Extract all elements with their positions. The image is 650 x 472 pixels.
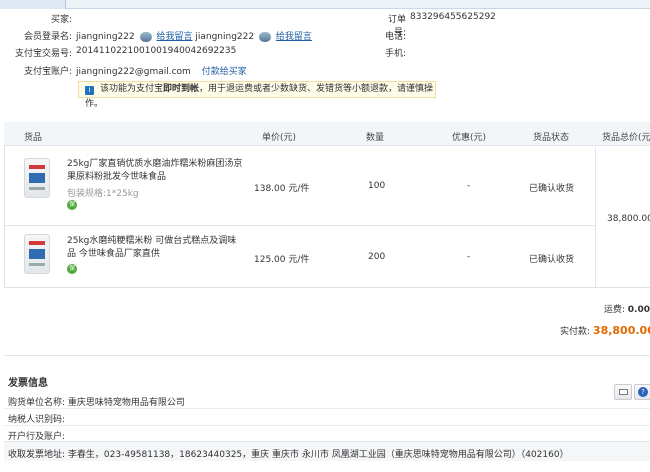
- product-price-1: 138.00 元/件: [254, 184, 310, 194]
- alipay-account-value: jiangning222@gmail.com: [76, 67, 191, 77]
- product-title-1-line1: 25kg厂家直销优质水磨油炸糯米粉麻团汤京: [67, 159, 243, 169]
- row-divider: [5, 225, 595, 226]
- invoice-address: 收取发票地址: 李春生，023-49581138，18623440325，重庆 …: [8, 447, 648, 460]
- col-unit-price: 单价(元): [262, 133, 297, 143]
- info-icon: i: [85, 86, 94, 95]
- header-tab[interactable]: [0, 0, 66, 9]
- product-discount-1: -: [467, 181, 471, 191]
- col-goods: 货品: [24, 133, 43, 143]
- product-price-2: 125.00 元/件: [254, 255, 310, 265]
- order-no-value: 833296455625292: [410, 12, 496, 22]
- invoice-taxpayer-label: 纳税人识别码:: [8, 415, 66, 425]
- product-title-1-line2: 果原料粉批发今世味食品: [67, 172, 167, 182]
- tip-text-highlight: 即时到帐: [163, 84, 200, 94]
- shipping-value: 0.00: [627, 305, 650, 315]
- col-discount: 优惠(元): [452, 133, 487, 143]
- leave-message-link-2[interactable]: 给我留言: [276, 32, 312, 42]
- paid-row: 实付款: 38,800.00: [560, 324, 650, 337]
- product-title-2[interactable]: 25kg水磨纯粳糯米粉 可做台式糕点及调味 品 今世味食品厂家直供: [67, 235, 247, 261]
- invoice-title: 发票信息: [8, 378, 48, 389]
- total-column-divider: [595, 147, 596, 287]
- product-image-1[interactable]: [24, 158, 50, 198]
- col-status: 货品状态: [533, 133, 570, 143]
- wangwang-chat-icon-2[interactable]: [258, 31, 271, 42]
- col-total: 货品总价(元): [602, 133, 650, 143]
- product-title-1[interactable]: 25kg厂家直销优质水磨油炸糯米粉麻团汤京 果原料粉批发今世味食品: [67, 158, 247, 184]
- buyer-label: 买家:: [50, 15, 72, 25]
- product-title-2-line2: 品 今世味食品厂家直供: [67, 249, 160, 259]
- product-title-2-line1: 25kg水磨纯粳糯米粉 可做台式糕点及调味: [67, 236, 237, 246]
- product-discount-2: -: [467, 252, 471, 262]
- product-qty-1: 100: [368, 181, 386, 191]
- shipping-label: 运费:: [603, 305, 625, 315]
- invoice-address-label: 收取发票地址:: [8, 450, 66, 460]
- paid-label: 实付款:: [560, 327, 591, 337]
- guarantee-badge-1: 保: [67, 200, 77, 210]
- pay-seller-link[interactable]: 付款给买家: [202, 67, 247, 77]
- phone-label: 电话:: [384, 32, 406, 42]
- product-image-2[interactable]: [24, 234, 50, 274]
- paid-value: 38,800.00: [592, 324, 650, 337]
- invoice-unit: 购货单位名称: 重庆思味特宠物用品有限公司: [8, 395, 185, 408]
- member-name-1: jiangning222: [76, 32, 135, 42]
- mobile-label: 手机:: [384, 49, 406, 59]
- invoice-unit-value: 重庆思味特宠物用品有限公司: [67, 398, 185, 408]
- goods-total: 38,800.00: [607, 214, 650, 224]
- invoice-unit-label: 购货单位名称:: [8, 398, 66, 408]
- section-divider: [4, 355, 650, 356]
- top-header-bar: [0, 0, 650, 9]
- refund-tip-box: i 该功能为支付宝即时到帐，用于退运费或者少数缺货、发错货等小额退款，请谨慎操作。: [78, 81, 436, 109]
- wangwang-chat-icon[interactable]: [139, 31, 152, 42]
- alipay-account-row: jiangning222@gmail.com 付款给买家: [76, 64, 247, 77]
- alipay-txn-value: 2014110221001001940042692235: [76, 46, 237, 56]
- shipping-row: 运费: 0.00: [598, 302, 650, 315]
- member-login-row: jiangning222 给我留言 jiangning222 给我留言: [76, 29, 312, 42]
- product-status-2: 已确认收货: [529, 255, 575, 265]
- alipay-txn-label: 支付宝交易号:: [14, 49, 72, 59]
- tip-text-prefix: 该功能为支付宝: [100, 84, 164, 94]
- invoice-address-value: 李春生，023-49581138，18623440325，重庆 重庆市 永川市 …: [67, 450, 569, 460]
- member-name-2: jiangning222: [195, 32, 255, 42]
- alipay-account-label: 支付宝账户:: [23, 67, 72, 77]
- product-spec-1: 包装规格:1*25kg: [67, 189, 139, 199]
- member-login-label: 会员登录名:: [23, 32, 72, 42]
- leave-message-link-1[interactable]: 给我留言: [156, 32, 192, 42]
- col-quantity: 数量: [366, 133, 385, 143]
- product-status-1: 已确认收货: [529, 184, 575, 194]
- invoice-taxpayer-row: [4, 409, 650, 426]
- product-qty-2: 200: [368, 252, 386, 262]
- guarantee-badge-2: 保: [67, 264, 77, 274]
